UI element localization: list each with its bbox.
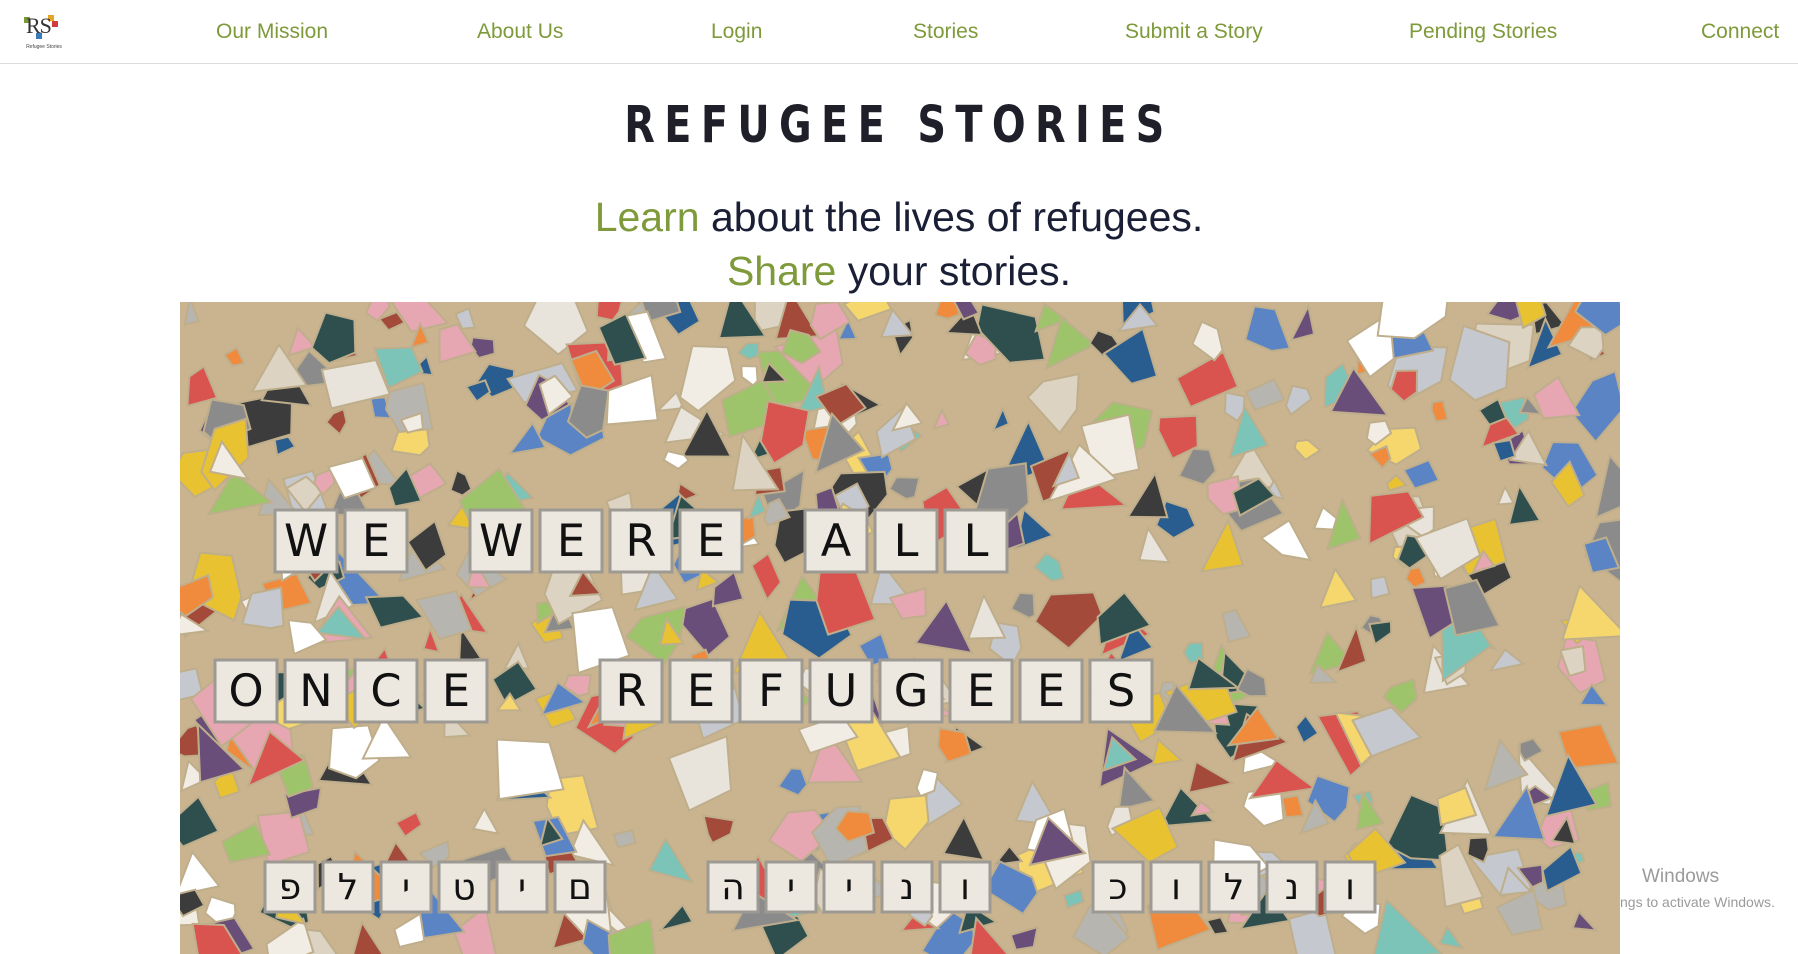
page-title: REFUGEE STORIES xyxy=(624,96,1174,155)
nav-connect[interactable]: Connect xyxy=(1701,20,1779,44)
svg-text:E: E xyxy=(442,665,470,717)
row2-tile: E xyxy=(1018,658,1084,724)
row3-tile: ו xyxy=(1149,860,1203,914)
row3-tile: נ xyxy=(1265,860,1319,914)
row3-tile: כ xyxy=(1091,860,1145,914)
row3-tile: ו xyxy=(1323,860,1377,914)
row2-tile: U xyxy=(808,658,874,724)
row1-tile: L xyxy=(943,508,1009,574)
row2-tile: S xyxy=(1088,658,1154,724)
row3-tile: י xyxy=(495,860,549,914)
svg-text:U: U xyxy=(825,665,858,717)
svg-text:G: G xyxy=(894,665,929,717)
row3-tile: י xyxy=(822,860,876,914)
tagline-line-2-text: your stories. xyxy=(836,248,1072,294)
svg-text:E: E xyxy=(362,515,390,567)
top-navbar: RS Refugee Stories Our Mission About Us … xyxy=(0,0,1798,64)
svg-text:ה: ה xyxy=(721,867,745,908)
svg-text:E: E xyxy=(967,665,995,717)
svg-text:W: W xyxy=(479,515,523,567)
row3-tile: נ xyxy=(880,860,934,914)
svg-text:נ: נ xyxy=(900,867,914,908)
svg-text:E: E xyxy=(1037,665,1065,717)
svg-text:A: A xyxy=(821,515,852,567)
svg-text:C: C xyxy=(370,665,401,717)
nav-stories[interactable]: Stories xyxy=(913,20,978,44)
svg-text:E: E xyxy=(557,515,585,567)
row2-tile: E xyxy=(668,658,734,724)
row2-tile: E xyxy=(423,658,489,724)
row1-tile: E xyxy=(538,508,604,574)
row3-tile: ם xyxy=(553,860,607,914)
nav-submit-a-story[interactable]: Submit a Story xyxy=(1125,20,1263,44)
svg-text:S: S xyxy=(1107,665,1135,717)
svg-text:L: L xyxy=(964,515,989,567)
svg-text:ל: ל xyxy=(338,867,358,908)
hero-mosaic-image: WEWEREALLONCEREFUGEESפליטיםהיינוכולנו xyxy=(180,302,1620,954)
svg-text:N: N xyxy=(299,665,332,717)
row2-tile: E xyxy=(948,658,1014,724)
row1-tile: L xyxy=(873,508,939,574)
row3-tile: פ xyxy=(263,860,317,914)
svg-text:L: L xyxy=(894,515,919,567)
svg-text:כ: כ xyxy=(1108,867,1127,908)
row3-tile: ו xyxy=(938,860,992,914)
site-logo[interactable]: RS Refugee Stories xyxy=(22,13,66,51)
tagline-line-2: Share your stories. xyxy=(0,248,1798,295)
row3-tile: י xyxy=(379,860,433,914)
logo-caption: Refugee Stories xyxy=(26,44,62,50)
tagline-learn: Learn xyxy=(594,194,700,240)
svg-text:R: R xyxy=(615,665,646,717)
row1-tile: W xyxy=(273,508,339,574)
tagline-line-1: Learn about the lives of refugees. xyxy=(0,194,1798,241)
svg-text:E: E xyxy=(687,665,715,717)
svg-text:פ: פ xyxy=(279,867,301,908)
svg-text:ל: ל xyxy=(1224,867,1244,908)
tagline-share: Share xyxy=(726,248,837,294)
nav-login[interactable]: Login xyxy=(711,20,762,44)
watermark-line-1: Windows xyxy=(1642,866,1720,887)
row3-tile: ל xyxy=(321,860,375,914)
svg-text:W: W xyxy=(284,515,328,567)
row3-tile: י xyxy=(764,860,818,914)
svg-text:E: E xyxy=(697,515,725,567)
svg-text:ו: ו xyxy=(1171,867,1181,908)
row1-tile: A xyxy=(803,508,869,574)
svg-text:נ: נ xyxy=(1285,867,1299,908)
windows-activation-watermark: Windows ngs to activate Windows. xyxy=(1598,866,1798,910)
svg-text:י: י xyxy=(518,867,526,908)
row2-tile: N xyxy=(283,658,349,724)
nav-pending-stories[interactable]: Pending Stories xyxy=(1409,20,1557,44)
row2-tile: R xyxy=(598,658,664,724)
row3-tile: ט xyxy=(437,860,491,914)
svg-text:O: O xyxy=(228,665,263,717)
row3-tile: ל xyxy=(1207,860,1261,914)
row2-tile: O xyxy=(213,658,279,724)
svg-text:ם: ם xyxy=(568,867,592,908)
row1-tile: E xyxy=(678,508,744,574)
row1-tile: E xyxy=(343,508,409,574)
logo-square-red xyxy=(52,21,58,27)
row2-tile: F xyxy=(738,658,804,724)
nav-about-us[interactable]: About Us xyxy=(477,20,563,44)
svg-text:ו: ו xyxy=(960,867,970,908)
svg-text:ו: ו xyxy=(1345,867,1355,908)
svg-text:י: י xyxy=(845,867,853,908)
row2-tile: C xyxy=(353,658,419,724)
nav-our-mission[interactable]: Our Mission xyxy=(216,20,328,44)
watermark-line-2: ngs to activate Windows. xyxy=(1620,894,1775,910)
row1-tile: R xyxy=(608,508,674,574)
svg-text:ט: ט xyxy=(452,867,475,908)
svg-text:י: י xyxy=(787,867,795,908)
svg-text:י: י xyxy=(402,867,410,908)
row1-tile: W xyxy=(468,508,534,574)
row2-tile: G xyxy=(878,658,944,724)
tagline-line-1-text: about the lives of refugees. xyxy=(699,194,1204,240)
row3-tile: ה xyxy=(706,860,760,914)
svg-text:F: F xyxy=(758,665,784,717)
svg-text:R: R xyxy=(625,515,656,567)
logo-letters: RS xyxy=(26,13,52,38)
